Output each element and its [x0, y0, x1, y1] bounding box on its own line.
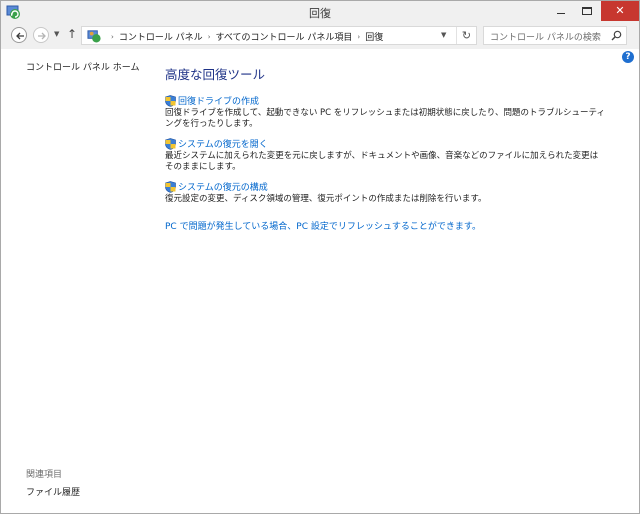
- minimize-icon: [557, 13, 565, 14]
- configure-system-restore-link[interactable]: システムの復元の構成: [178, 180, 268, 193]
- forward-arrow-icon: [38, 32, 46, 40]
- task-description: 復元設定の変更、ディスク領域の管理、復元ポイントの作成または削除を行います。: [165, 194, 487, 204]
- file-history-link[interactable]: ファイル履歴: [26, 485, 80, 498]
- task-description: 回復ドライブを作成して、起動できない PC をリフレッシュまたは初期状態に戻した…: [165, 108, 605, 129]
- breadcrumb: › コントロール パネル › すべてのコントロール パネル項目 › 回復: [106, 30, 383, 44]
- up-arrow-icon[interactable]: ↑: [67, 27, 77, 41]
- control-panel-icon: [87, 30, 101, 43]
- breadcrumb-all-items[interactable]: すべてのコントロール パネル項目: [216, 30, 353, 43]
- close-icon: ✕: [615, 4, 625, 17]
- chevron-right-icon[interactable]: ›: [111, 33, 114, 41]
- recovery-window: 回復 ✕ ▼ ↑ › コントロール パネル › すべてのコントロール パネル項目…: [0, 0, 640, 514]
- create-recovery-drive-link[interactable]: 回復ドライブの作成: [178, 94, 259, 107]
- related-items-title: 関連項目: [26, 470, 63, 480]
- chevron-right-icon[interactable]: ›: [357, 33, 360, 41]
- content-area: ? コントロール パネル ホーム 関連項目 ファイル履歴 高度な回復ツール 回復…: [1, 49, 639, 513]
- back-button[interactable]: [11, 27, 27, 43]
- refresh-button[interactable]: ↻: [456, 27, 476, 44]
- search-input[interactable]: コントロール パネルの検索: [490, 30, 601, 43]
- refresh-icon: ↻: [461, 29, 472, 42]
- page-title: 高度な回復ツール: [165, 67, 266, 82]
- navigation-bar: ▼ ↑ › コントロール パネル › すべてのコントロール パネル項目 › 回復…: [1, 23, 639, 49]
- address-dropdown-icon[interactable]: ▼: [441, 31, 446, 39]
- maximize-icon: [582, 7, 592, 15]
- help-icon[interactable]: ?: [622, 51, 634, 63]
- open-system-restore-link[interactable]: システムの復元を開く: [178, 137, 268, 150]
- breadcrumb-control-panel[interactable]: コントロール パネル: [119, 30, 203, 43]
- task-description: 最近システムに加えられた変更を元に戻しますが、ドキュメントや画像、音楽などのファ…: [165, 151, 599, 172]
- search-icon[interactable]: [611, 30, 622, 41]
- address-bar[interactable]: › コントロール パネル › すべてのコントロール パネル項目 › 回復 ▼ ↻: [81, 26, 477, 45]
- task-create-recovery-drive: 回復ドライブの作成 回復ドライブを作成して、起動できない PC をリフレッシュま…: [165, 94, 605, 130]
- recent-locations-dropdown[interactable]: ▼: [54, 30, 59, 38]
- minimize-button[interactable]: [548, 1, 574, 21]
- maximize-button[interactable]: [574, 1, 600, 21]
- forward-button[interactable]: [33, 27, 49, 43]
- breadcrumb-recovery[interactable]: 回復: [365, 30, 383, 43]
- uac-shield-icon: [165, 137, 176, 150]
- window-title: 回復: [309, 7, 331, 20]
- back-arrow-icon: [16, 32, 24, 40]
- task-configure-system-restore: システムの復元の構成 復元設定の変更、ディスク領域の管理、復元ポイントの作成また…: [165, 180, 605, 205]
- chevron-right-icon[interactable]: ›: [208, 33, 211, 41]
- control-panel-home-link[interactable]: コントロール パネル ホーム: [26, 60, 139, 73]
- uac-shield-icon: [165, 94, 176, 107]
- title-bar[interactable]: 回復 ✕: [1, 1, 639, 23]
- uac-shield-icon: [165, 180, 176, 193]
- search-box[interactable]: コントロール パネルの検索: [483, 26, 627, 45]
- pc-settings-refresh-link[interactable]: PC で問題が発生している場合、PC 設定でリフレッシュすることができます。: [165, 219, 481, 232]
- close-button[interactable]: ✕: [601, 1, 639, 21]
- task-open-system-restore: システムの復元を開く 最近システムに加えられた変更を元に戻しますが、ドキュメント…: [165, 137, 605, 173]
